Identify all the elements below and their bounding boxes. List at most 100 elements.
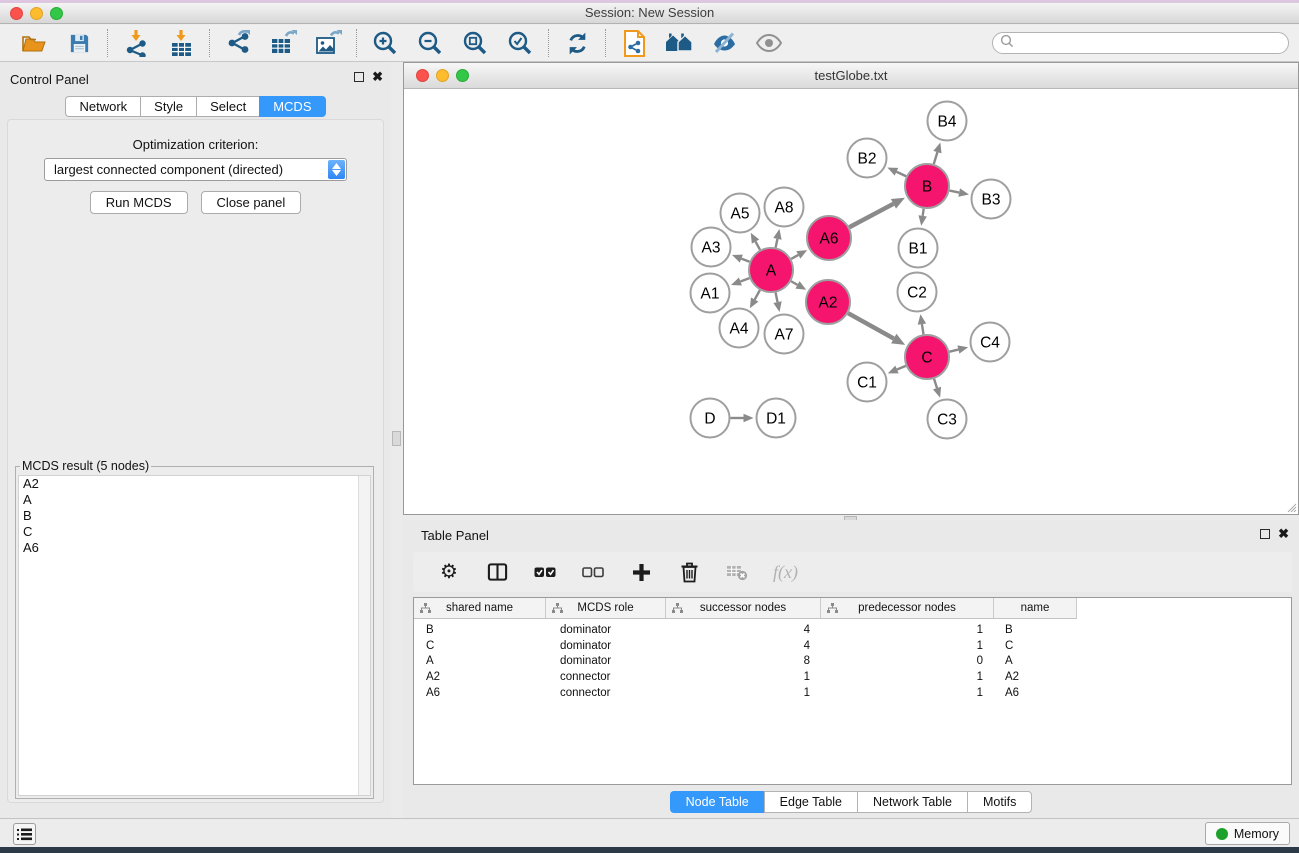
search-box[interactable] [992,32,1289,54]
clone-network-icon[interactable] [619,28,649,58]
svg-text:A5: A5 [731,206,750,223]
graph-node-D1[interactable]: D1 [757,399,796,438]
table-cell: dominator [546,640,666,652]
zoom-fit-icon[interactable] [460,28,490,58]
table-row[interactable]: Bdominator41B [414,622,1291,638]
mcds-result-list[interactable]: A2ABCA6 [18,475,371,796]
tab-network[interactable]: Network [65,96,140,117]
memory-button[interactable]: Memory [1205,822,1290,845]
refresh-icon[interactable] [562,28,592,58]
import-network-icon[interactable] [121,28,151,58]
export-image-icon[interactable] [313,28,343,58]
node-table[interactable]: shared nameMCDS rolesuccessor nodesprede… [413,597,1292,785]
graph-node-A3[interactable]: A3 [692,228,731,267]
scrollbar[interactable] [358,476,370,795]
save-icon[interactable] [64,28,94,58]
eye-icon[interactable] [754,28,784,58]
network-canvas[interactable]: B4 B2 B B3 A8 A5 A6 A3 B1 A A1 C2 A2 A4A7 C4 C C1 C3 D D1 [404,89,1298,514]
criterion-dropdown[interactable]: largest connected component (directed) [44,158,347,181]
table-cell: connector [546,687,666,699]
select-all-icon[interactable] [533,560,557,584]
close-panel-button[interactable]: Close panel [201,191,302,214]
graph-node-C3[interactable]: C3 [928,400,967,439]
mcds-result-item[interactable]: B [19,508,370,524]
run-mcds-button[interactable]: Run MCDS [90,191,188,214]
tab-mcds[interactable]: MCDS [259,96,325,117]
graph-node-A5[interactable]: A5 [721,194,760,233]
import-table-icon[interactable] [166,28,196,58]
table-panel-tabs: Node TableEdge TableNetwork TableMotifs [403,791,1299,813]
graph-node-A6[interactable]: A6 [807,216,851,260]
main-toolbar [0,25,1299,62]
float-table-panel-icon[interactable] [1260,529,1270,539]
delete-row-icon[interactable] [677,560,701,584]
graph-node-C1[interactable]: C1 [848,363,887,402]
search-input[interactable] [1014,35,1281,51]
mcds-result-item[interactable]: A2 [19,476,370,492]
open-folder-icon[interactable] [19,28,49,58]
graph-node-B[interactable]: B [905,164,949,208]
export-network-icon[interactable] [223,28,253,58]
task-history-button[interactable] [13,823,36,845]
table-row[interactable]: A6connector11A6 [414,685,1291,701]
graph-node-C[interactable]: C [905,335,949,379]
zoom-in-icon[interactable] [370,28,400,58]
table-cell: C [994,640,1077,652]
network-window-titlebar[interactable]: testGlobe.txt [404,63,1298,89]
float-panel-icon[interactable] [354,72,364,82]
add-row-icon[interactable] [629,560,653,584]
hide-eye-icon[interactable] [709,28,739,58]
table-body: Bdominator41BCdominator41CAdominator80AA… [414,619,1291,700]
graph-node-D[interactable]: D [691,399,730,438]
graph-node-B2[interactable]: B2 [848,139,887,178]
graph-node-A7[interactable]: A7 [765,315,804,354]
close-table-panel-icon[interactable]: ✖ [1278,528,1289,540]
tab-node-table[interactable]: Node Table [670,791,764,813]
graph-node-B3[interactable]: B3 [972,180,1011,219]
svg-text:B3: B3 [982,192,1001,209]
table-panel: Table Panel ✖ ⚙f(x) shared nameMCDS role… [403,520,1299,818]
mcds-result-item[interactable]: A [19,492,370,508]
table-row[interactable]: Cdominator41C [414,638,1291,654]
svg-text:A8: A8 [775,200,794,217]
column-header-predecessor-nodes[interactable]: predecessor nodes [821,598,994,619]
column-header-name[interactable]: name [994,598,1077,619]
close-panel-icon[interactable]: ✖ [372,71,383,83]
split-columns-icon[interactable] [485,560,509,584]
export-table-icon[interactable] [268,28,298,58]
criterion-value: largest connected component (directed) [54,162,283,177]
graph-node-A4[interactable]: A4 [720,309,759,348]
tab-motifs[interactable]: Motifs [967,791,1032,813]
column-header-MCDS-role[interactable]: MCDS role [546,598,666,619]
resize-grip-icon[interactable] [1284,500,1297,513]
tab-select[interactable]: Select [196,96,259,117]
settings-gear-icon[interactable]: ⚙ [437,560,461,584]
zoom-selected-icon[interactable] [505,28,535,58]
tab-style[interactable]: Style [140,96,196,117]
graph-edge [791,255,798,259]
graph-node-A2[interactable]: A2 [806,280,850,324]
graph-node-B1[interactable]: B1 [899,229,938,268]
table-row[interactable]: Adominator80A [414,653,1291,669]
column-header-shared-name[interactable]: shared name [414,598,546,619]
deselect-all-icon[interactable] [581,560,605,584]
graph-edge [922,324,924,334]
graph-node-B4[interactable]: B4 [928,102,967,141]
home-icon[interactable] [664,28,694,58]
graph-node-C4[interactable]: C4 [971,323,1010,362]
zoom-out-icon[interactable] [415,28,445,58]
tab-edge-table[interactable]: Edge Table [764,791,857,813]
graph-node-A8[interactable]: A8 [765,188,804,227]
table-row[interactable]: A2connector11A2 [414,669,1291,685]
table-cell: 8 [666,655,821,667]
graph-node-A1[interactable]: A1 [691,274,730,313]
graph-node-C2[interactable]: C2 [898,273,937,312]
graph-node-A[interactable]: A [749,248,793,292]
mcds-result-item[interactable]: A6 [19,540,370,556]
column-header-successor-nodes[interactable]: successor nodes [666,598,821,619]
tab-network-table[interactable]: Network Table [857,791,967,813]
mcds-result-item[interactable]: C [19,524,370,540]
split-pane-grip[interactable] [392,431,401,446]
table-cell: 1 [666,687,821,699]
graph-edge [848,313,894,338]
